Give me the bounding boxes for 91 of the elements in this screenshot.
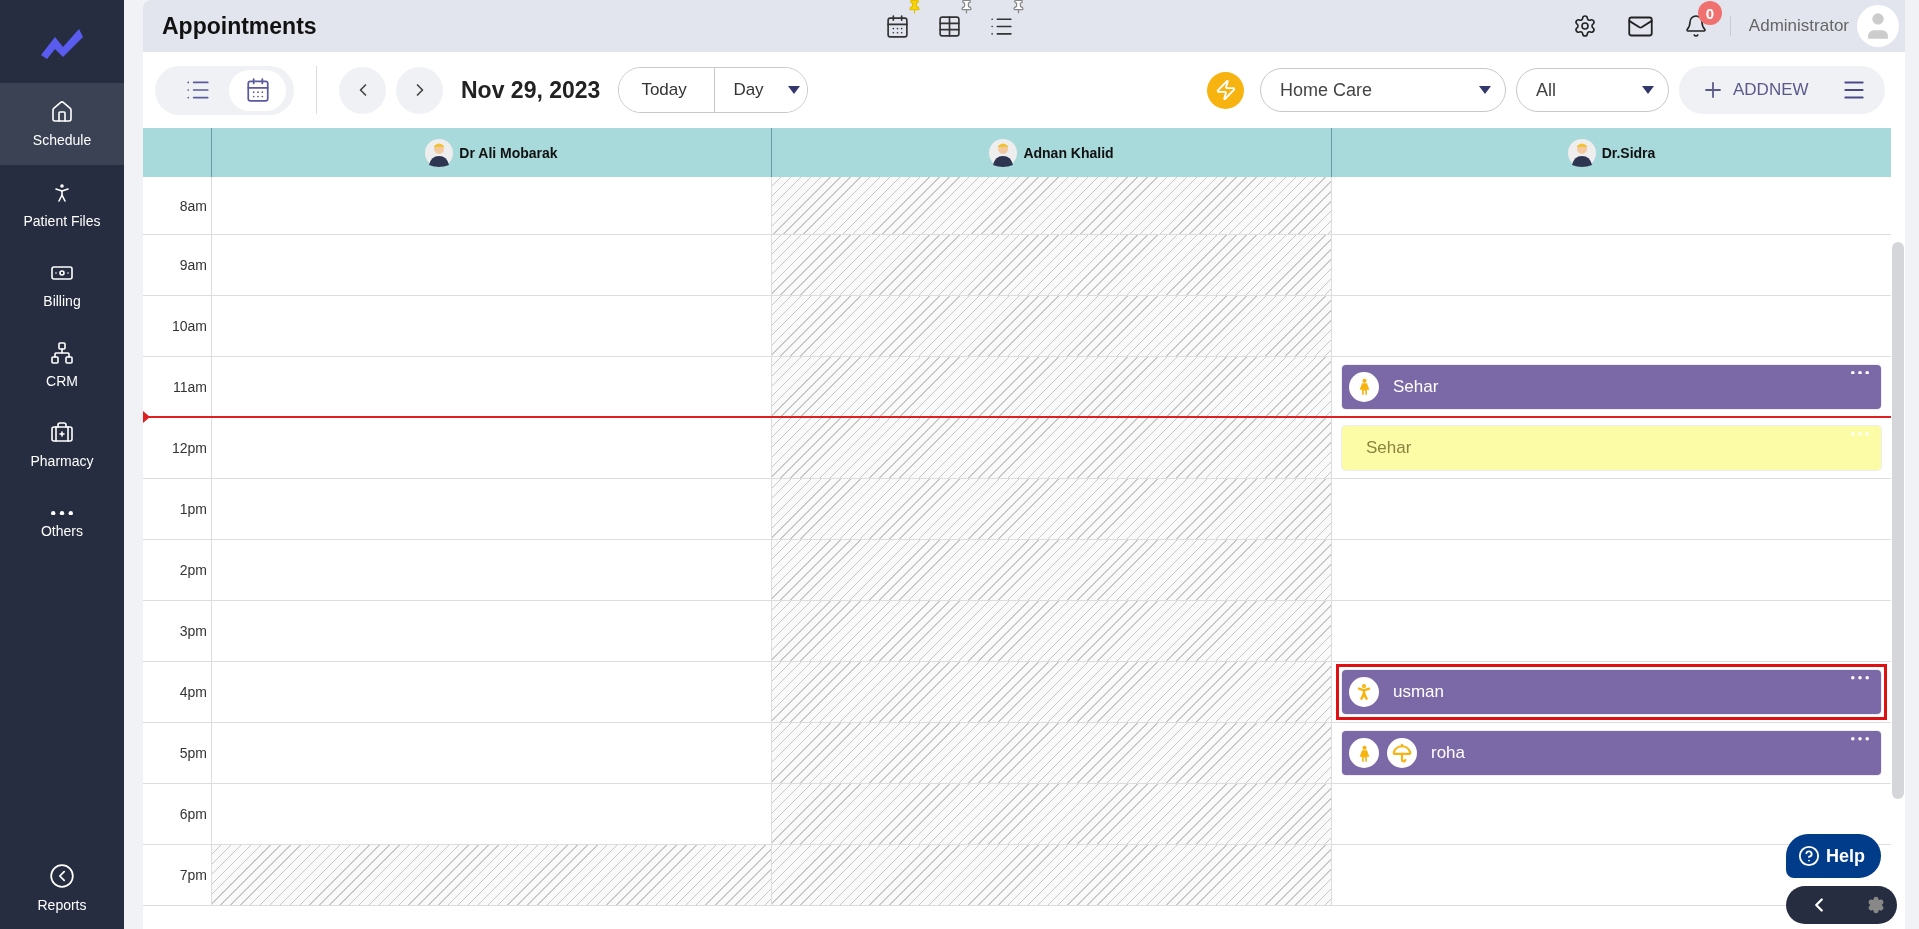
current-date: Nov 29, 2023: [461, 76, 601, 104]
sidebar-item[interactable]: Schedule: [0, 83, 124, 165]
doctor-avatar: [989, 138, 1018, 167]
blocked-slot[interactable]: [771, 601, 1331, 661]
blocked-slot[interactable]: [771, 723, 1331, 783]
blocked-slot[interactable]: [771, 296, 1331, 356]
doctor-avatar: [425, 138, 454, 167]
sidebar-item[interactable]: Billing: [0, 245, 124, 325]
umbrella-icon: [1387, 738, 1417, 768]
time-label: 8am: [179, 197, 207, 214]
time-label: 3pm: [179, 623, 207, 639]
time-label: 2pm: [179, 562, 207, 578]
patient-name: Sehar: [1393, 376, 1439, 397]
chevron-circle-icon: [49, 863, 75, 889]
sidebar-item[interactable]: Others: [0, 485, 124, 565]
next-button[interactable]: [396, 66, 443, 114]
previous-button[interactable]: [339, 66, 386, 114]
more-icon[interactable]: [1851, 370, 1869, 375]
patient-name: Sehar: [1366, 438, 1412, 458]
sidebar-label: Billing: [43, 293, 81, 309]
settings-icon[interactable]: [1572, 14, 1597, 38]
user-name[interactable]: Administrator: [1729, 16, 1849, 36]
today-button[interactable]: Today: [619, 68, 716, 112]
blocked-slot[interactable]: [771, 235, 1331, 295]
time-slot[interactable]: roha: [1331, 723, 1891, 783]
table-icon[interactable]: [936, 13, 962, 39]
appointment[interactable]: usman: [1342, 670, 1881, 714]
network-icon: [50, 341, 74, 365]
blocked-slot[interactable]: [771, 479, 1331, 539]
blocked-slot[interactable]: [771, 662, 1331, 722]
more-icon[interactable]: [1851, 676, 1869, 680]
calendar-icon: [244, 77, 271, 103]
doctor-avatar: [1567, 138, 1596, 167]
time-slot[interactable]: Sehar: [1331, 418, 1891, 478]
blocked-slot[interactable]: [211, 845, 771, 905]
sidebar-item[interactable]: Reports: [0, 847, 124, 929]
time-label: 12pm: [171, 440, 207, 456]
pin-icon[interactable]: [959, 0, 974, 14]
appointment[interactable]: roha: [1342, 731, 1881, 775]
sidebar-label: Reports: [37, 897, 87, 913]
page-title: Appointments: [162, 12, 318, 40]
sidebar-label: Pharmacy: [30, 453, 94, 469]
blocked-slot[interactable]: [771, 177, 1331, 234]
patient-name: usman: [1393, 682, 1445, 702]
home-icon: [50, 100, 74, 124]
time-label: 6pm: [179, 806, 207, 822]
more-icon: [51, 510, 73, 516]
female-figure-icon: [1349, 371, 1379, 402]
time-label: 5pm: [179, 745, 207, 761]
time-slot[interactable]: Sehar: [1331, 357, 1891, 416]
calendar-icon[interactable]: [884, 13, 910, 39]
resource-name: Dr.Sidra: [1601, 144, 1656, 161]
lightning-icon[interactable]: [1207, 71, 1244, 109]
bell-icon[interactable]: [1683, 14, 1708, 38]
appointment[interactable]: Sehar: [1342, 364, 1881, 409]
appointment[interactable]: Sehar: [1342, 426, 1881, 470]
calendar-view-button[interactable]: [229, 69, 286, 111]
time-label: 10am: [171, 318, 207, 334]
time-slot[interactable]: usman: [1331, 662, 1891, 722]
female-figure-icon: [1349, 738, 1379, 768]
add-new-button[interactable]: ADDNEW: [1679, 66, 1885, 114]
pin-icon[interactable]: [1011, 0, 1026, 14]
time-label: 11am: [173, 378, 207, 395]
scrollbar[interactable]: [1892, 242, 1904, 799]
blocked-slot[interactable]: [771, 357, 1331, 416]
blocked-slot[interactable]: [771, 784, 1331, 844]
blocked-slot[interactable]: [771, 418, 1331, 478]
sidebar-item[interactable]: CRM: [0, 325, 124, 405]
medical-kit-icon: [50, 421, 74, 445]
time-label: 4pm: [179, 684, 207, 700]
person-icon: [1349, 677, 1379, 707]
blocked-slot[interactable]: [771, 845, 1331, 905]
help-icon: [1798, 845, 1820, 867]
avatar[interactable]: [1857, 5, 1899, 47]
more-icon[interactable]: [1851, 737, 1869, 741]
time-label: 9am: [179, 257, 207, 273]
sidebar-label: CRM: [46, 373, 78, 389]
blocked-slot[interactable]: [771, 540, 1331, 600]
time-label: 1pm: [179, 501, 207, 517]
current-time-marker: [143, 411, 150, 423]
resource-name: Adnan Khalid: [1023, 144, 1114, 161]
patient-name: roha: [1431, 743, 1466, 763]
help-menu[interactable]: Help: [1786, 834, 1881, 878]
notification-badge: 0: [1697, 1, 1722, 25]
resource-name: Dr Ali Mobarak: [459, 144, 558, 161]
time-label: 7pm: [179, 867, 207, 883]
sidebar-item[interactable]: Pharmacy: [0, 405, 124, 485]
sidebar-item[interactable]: Patient Files: [0, 165, 124, 245]
sidebar-label: Schedule: [32, 132, 92, 148]
sidebar-label: Others: [41, 523, 83, 540]
sidebar-label: Patient Files: [23, 213, 101, 229]
